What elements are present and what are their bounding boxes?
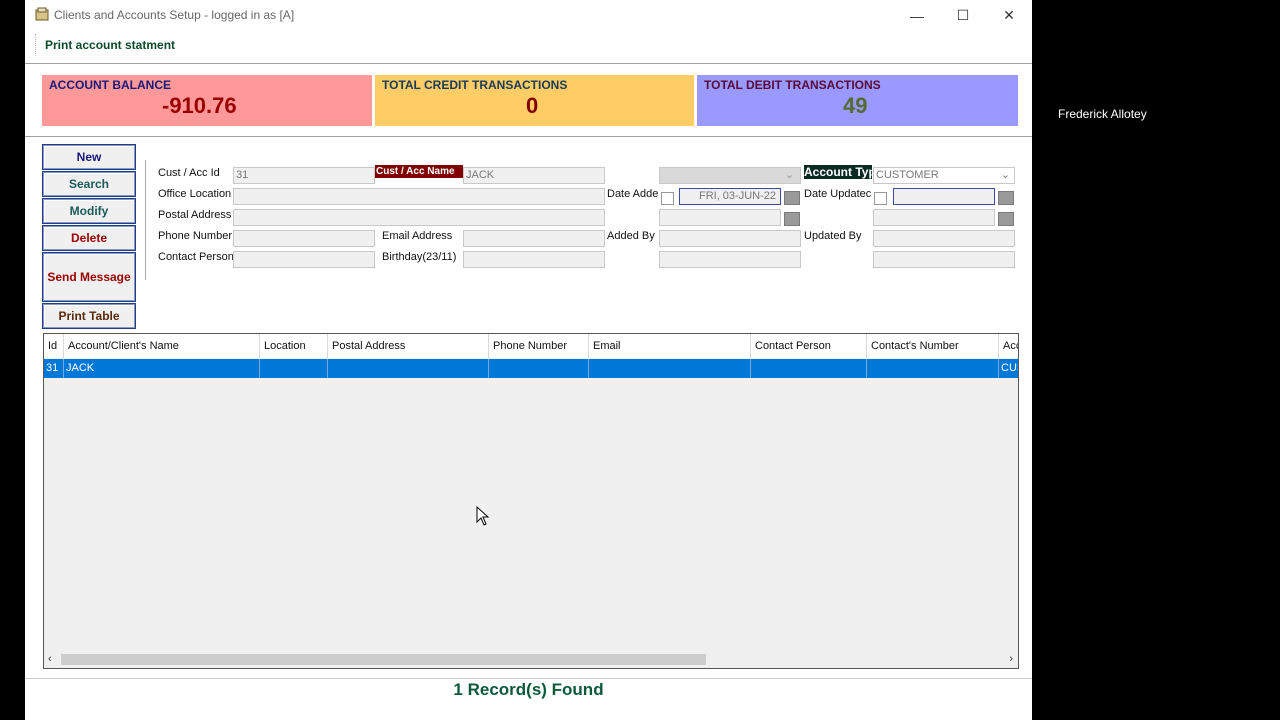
extra-field[interactable] (659, 251, 801, 268)
clock-icon[interactable] (998, 212, 1014, 226)
scroll-right-icon[interactable]: › (1009, 653, 1013, 665)
table-cell-postal-address[interactable] (328, 359, 489, 378)
table-cell-name[interactable]: JACK (64, 359, 260, 378)
column-header-contacts-number[interactable]: Contact's Number (867, 334, 999, 358)
extra-field[interactable] (873, 251, 1015, 268)
print-account-statement-button[interactable]: Print account statment (42, 36, 178, 54)
app-window: Clients and Accounts Setup - logged in a… (25, 0, 1032, 720)
toolbar-grip (35, 34, 37, 56)
added-by-field[interactable] (659, 230, 801, 247)
close-icon[interactable]: ✕ (986, 0, 1032, 31)
calendar-icon[interactable] (998, 191, 1014, 205)
modify-button[interactable]: Modify (43, 199, 135, 223)
new-button[interactable]: New (43, 145, 135, 169)
mouse-cursor-icon (476, 506, 490, 526)
column-header-postal-address[interactable]: Postal Address (328, 334, 489, 358)
maximize-icon[interactable]: ☐ (940, 0, 986, 31)
time-updated-field[interactable] (873, 209, 995, 226)
accounts-table[interactable]: Id Account/Client's Name Location Postal… (43, 333, 1019, 669)
total-credit-label: TOTAL CREDIT TRANSACTIONS (382, 78, 568, 92)
minimize-icon[interactable]: — (894, 0, 940, 31)
column-header-account[interactable]: Acc (999, 334, 1018, 358)
scrollbar-thumb[interactable] (61, 654, 706, 665)
column-header-location[interactable]: Location (260, 334, 328, 358)
divider (145, 160, 146, 280)
office-location-field[interactable] (233, 188, 605, 205)
table-cell-account[interactable]: CUS (999, 359, 1018, 378)
table-cell-contact-person[interactable] (751, 359, 867, 378)
horizontal-scrollbar[interactable]: ‹ › (44, 651, 1018, 668)
delete-button[interactable]: Delete (43, 226, 135, 250)
participant-name: Frederick Allotey (1058, 107, 1147, 121)
birthday-field[interactable] (463, 251, 605, 268)
total-debit-value: 49 (843, 93, 868, 118)
phone-number-label: Phone Number (158, 230, 232, 242)
date-updated-field[interactable] (893, 188, 995, 205)
app-icon (35, 7, 49, 21)
table-cell-phone-number[interactable] (489, 359, 589, 378)
window-title: Clients and Accounts Setup - logged in a… (54, 8, 295, 22)
date-added-field[interactable]: FRI, 03-JUN-22 (679, 188, 781, 205)
table-cell-email[interactable] (589, 359, 751, 378)
cust-acc-id-field[interactable]: 31 (233, 167, 375, 184)
office-location-label: Office Location (158, 188, 232, 200)
account-balance-card: ACCOUNT BALANCE -910.76 (42, 75, 372, 126)
column-header-name[interactable]: Account/Client's Name (64, 334, 260, 358)
total-credit-value: 0 (526, 93, 539, 118)
time-added-field[interactable] (659, 209, 781, 226)
scroll-left-icon[interactable]: ‹ (48, 653, 52, 665)
phone-number-field[interactable] (233, 230, 375, 247)
email-address-field[interactable] (463, 230, 605, 247)
email-address-label: Email Address (382, 230, 453, 242)
table-cell-contacts-number[interactable] (867, 359, 999, 378)
send-message-button[interactable]: Send Message (43, 253, 135, 301)
contact-person-field[interactable] (233, 251, 375, 268)
calendar-icon[interactable] (784, 191, 800, 205)
account-type-select[interactable]: CUSTOMER ⌄ (873, 167, 1015, 184)
updated-by-field[interactable] (873, 230, 1015, 247)
title-bar: Clients and Accounts Setup - logged in a… (25, 0, 1032, 31)
divider (25, 63, 1032, 64)
divider (25, 678, 1032, 679)
birthday-label: Birthday(23/11) (382, 251, 457, 263)
date-added-label: Date Adde (607, 188, 659, 200)
total-credit-card: TOTAL CREDIT TRANSACTIONS 0 (375, 75, 694, 126)
contact-person-label: Contact Person (158, 251, 234, 263)
table-cell-location[interactable] (260, 359, 328, 378)
clock-icon[interactable] (784, 212, 800, 226)
total-debit-label: TOTAL DEBIT TRANSACTIONS (704, 78, 881, 92)
date-added-checkbox[interactable] (661, 192, 674, 205)
column-header-phone-number[interactable]: Phone Number (489, 334, 589, 358)
column-header-id[interactable]: Id (44, 334, 64, 358)
cust-acc-name-field[interactable]: JACK (463, 167, 605, 184)
total-debit-card: TOTAL DEBIT TRANSACTIONS 49 (697, 75, 1018, 126)
postal-address-label: Postal Address (158, 209, 232, 221)
dropdown-select[interactable]: ⌄ (659, 167, 801, 184)
date-updated-checkbox[interactable] (874, 192, 887, 205)
table-cell-id[interactable]: 31 (44, 359, 64, 378)
cust-acc-id-label: Cust / Acc Id (158, 167, 220, 179)
account-type-label: Account Typ (804, 165, 872, 179)
print-table-button[interactable]: Print Table (43, 304, 135, 328)
postal-address-field[interactable] (233, 209, 605, 226)
divider (25, 136, 1032, 137)
chevron-down-icon: ⌄ (1000, 169, 1010, 181)
column-header-email[interactable]: Email (589, 334, 751, 358)
account-balance-value: -910.76 (162, 93, 237, 118)
updated-by-label: Updated By (804, 230, 862, 242)
account-balance-label: ACCOUNT BALANCE (49, 78, 171, 92)
column-header-contact-person[interactable]: Contact Person (751, 334, 867, 358)
account-type-value: CUSTOMER (876, 169, 939, 181)
cust-acc-name-label: Cust / Acc Name (375, 165, 463, 178)
search-button[interactable]: Search (43, 172, 135, 196)
date-updated-label: Date Updatec (804, 188, 872, 200)
records-found-status: 1 Record(s) Found (453, 680, 604, 699)
added-by-label: Added By (607, 230, 655, 242)
